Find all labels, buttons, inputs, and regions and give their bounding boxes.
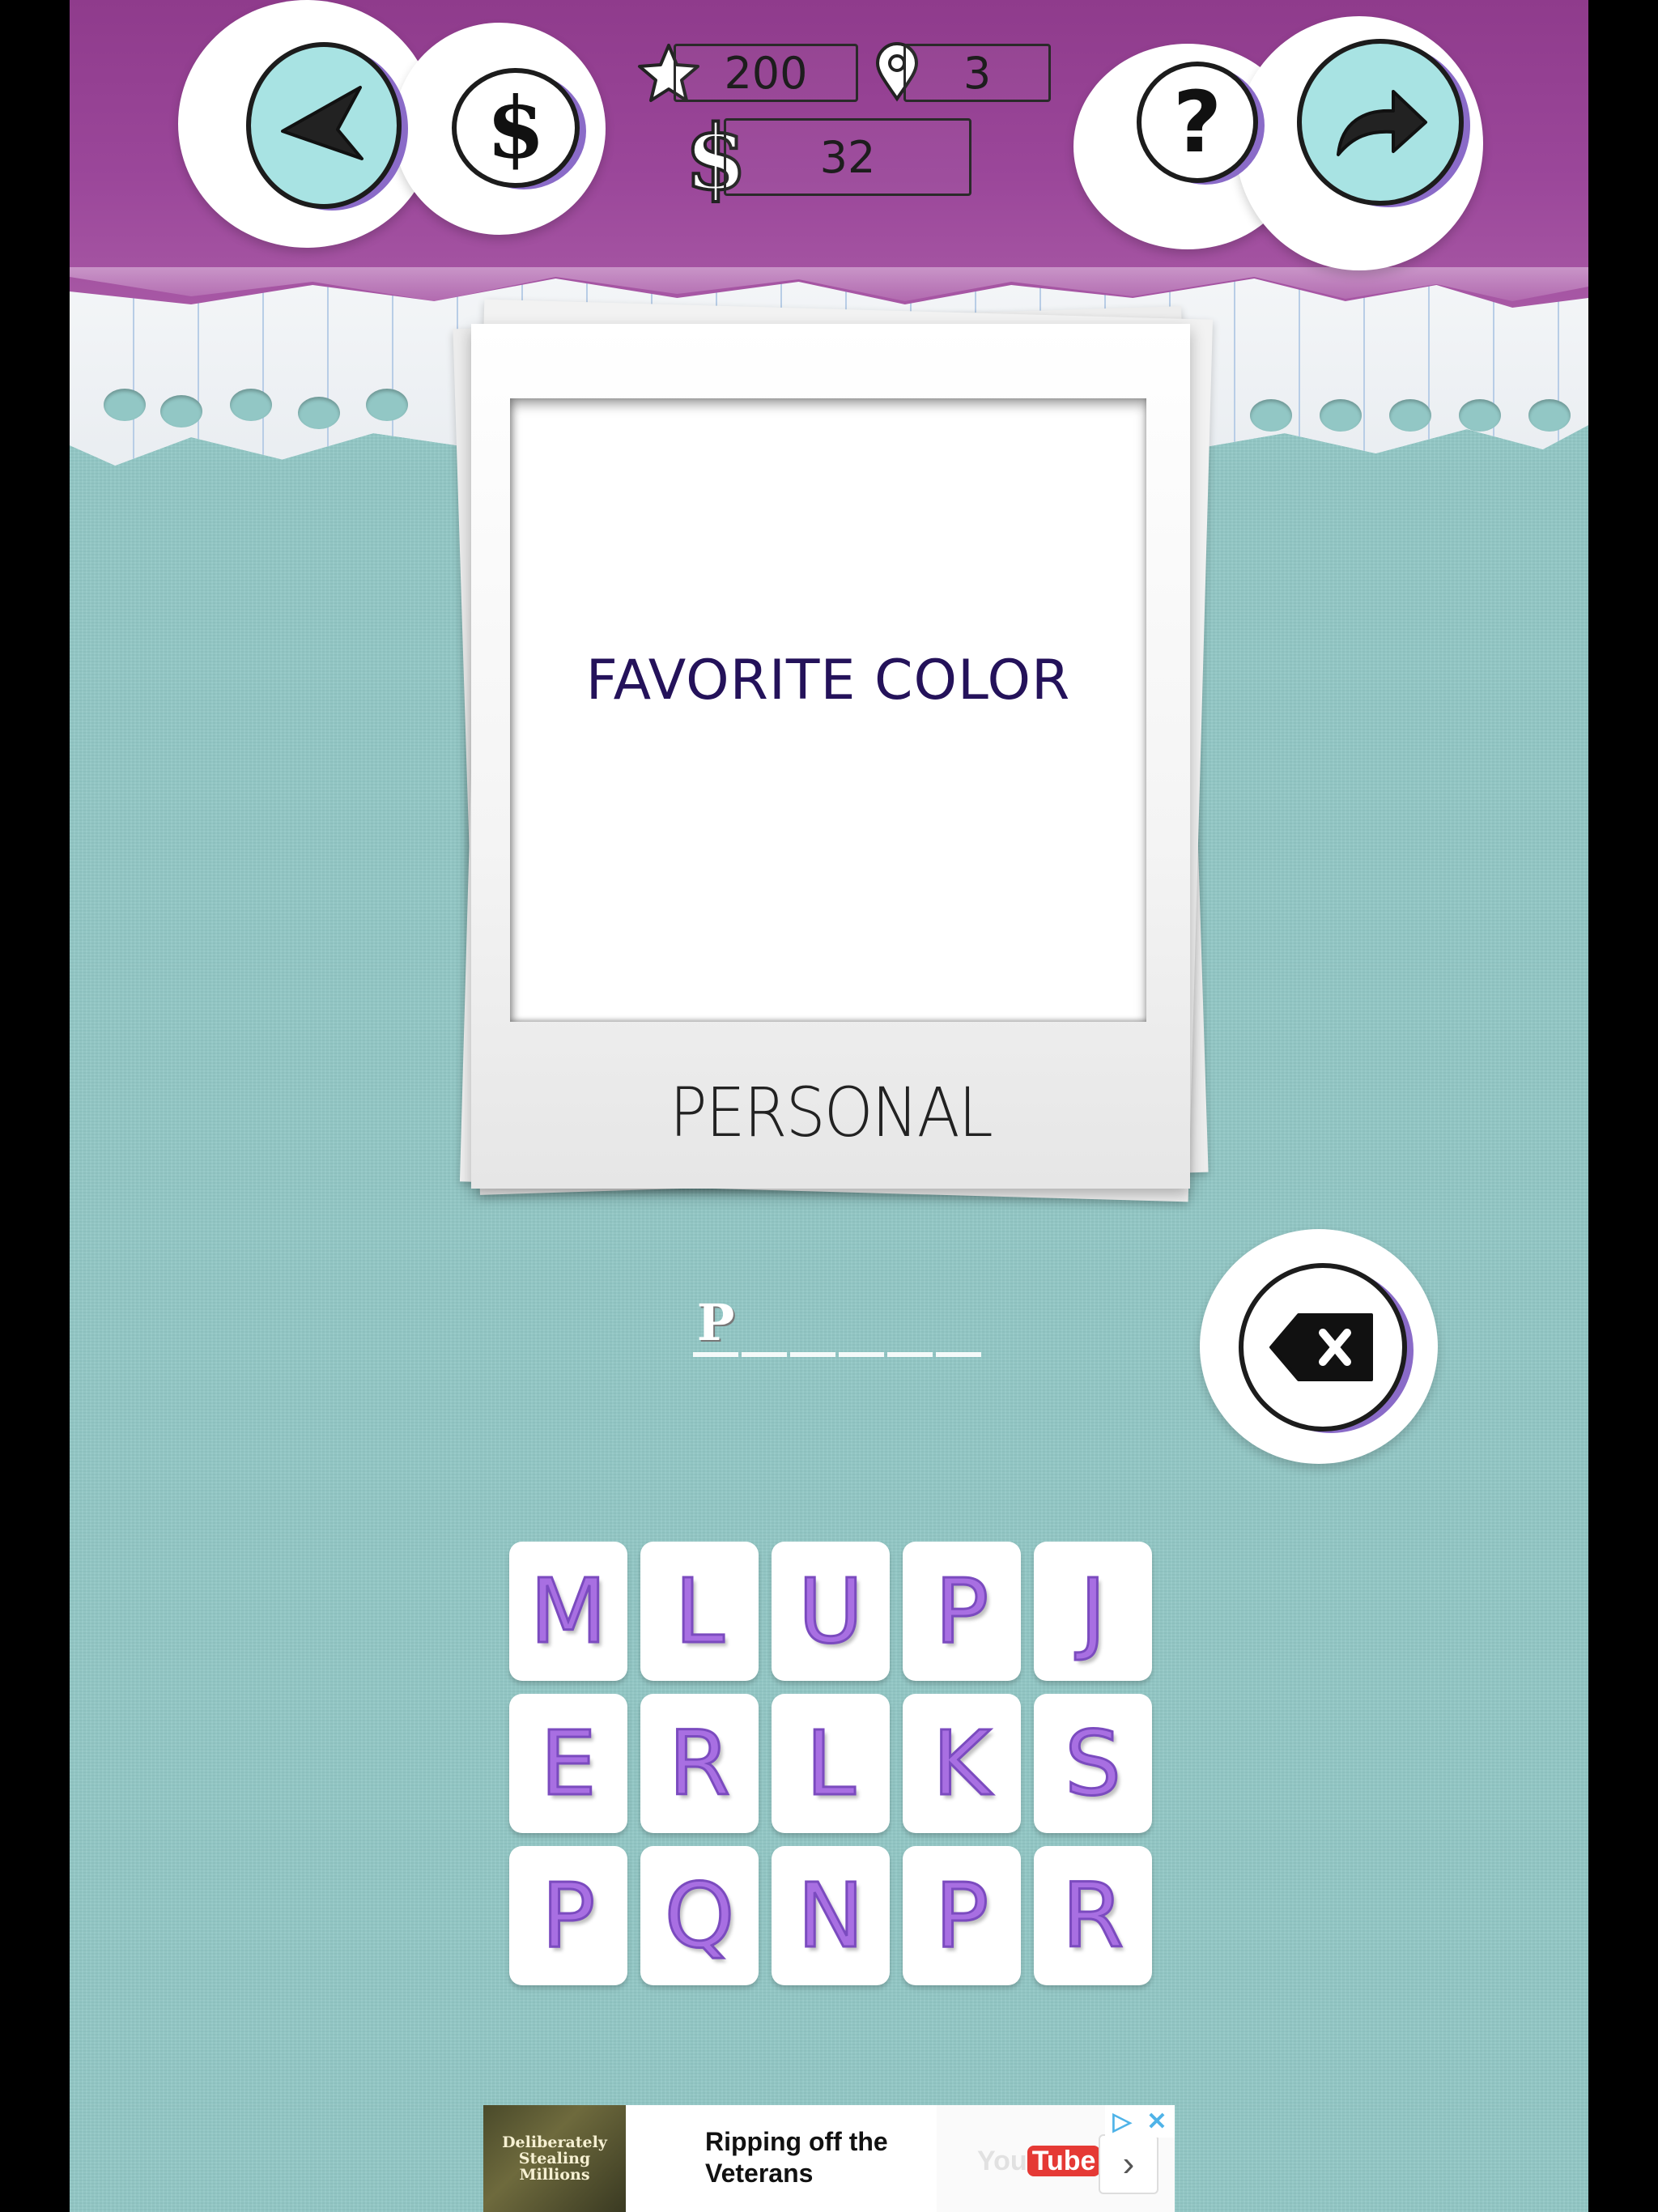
clue-card: FAVORITE COLOR PERSONAL [471, 324, 1190, 1189]
answer-slot[interactable]: P [693, 1279, 738, 1357]
letter-tile[interactable]: R [640, 1694, 759, 1833]
level-counter: 3 [903, 44, 1051, 102]
ad-image-text: Deliberately [502, 2133, 607, 2151]
ad-right-panel: You Tube › ▷ ✕ [937, 2105, 1175, 2212]
answer-row: P [693, 1279, 1065, 1360]
youtube-logo: You Tube [977, 2146, 1101, 2177]
paper-hole [1250, 399, 1292, 432]
share-button[interactable] [1297, 39, 1464, 206]
ad-open-arrow-icon[interactable]: › [1099, 2134, 1158, 2194]
backspace-icon [1269, 1313, 1373, 1381]
letter-tile[interactable]: P [509, 1846, 627, 1985]
ad-image-text: Stealing [518, 2150, 591, 2167]
coins-value: 32 [819, 131, 876, 183]
paper-hole [1528, 399, 1571, 432]
question-icon: ? [1172, 73, 1222, 172]
dollar-icon: $ [486, 78, 546, 177]
paper-hole [1320, 399, 1362, 432]
letter-tile[interactable]: P [903, 1542, 1021, 1681]
answer-slot[interactable] [887, 1279, 933, 1357]
paper-hole [1389, 399, 1431, 432]
letter-tile[interactable]: P [903, 1846, 1021, 1985]
letter-tile[interactable]: J [1034, 1542, 1152, 1681]
stars-value: 200 [724, 47, 808, 99]
paper-hole [298, 397, 340, 429]
clue-text: FAVORITE COLOR [585, 648, 1071, 713]
coins-counter: 32 [724, 118, 971, 196]
letter-tile[interactable]: R [1034, 1846, 1152, 1985]
paper-hole [104, 389, 146, 421]
answer-slot[interactable] [936, 1279, 981, 1357]
letter-tile[interactable]: M [509, 1542, 627, 1681]
letter-tile[interactable]: Q [640, 1846, 759, 1985]
share-arrow-icon [1337, 90, 1427, 156]
stars-counter: 200 [674, 44, 858, 102]
game-screen: $ 200 3 $ 32 ? FAVORITE COLOR PERSONAL P [70, 0, 1588, 2212]
ad-choices: ▷ ✕ [1105, 2105, 1175, 2138]
category-label: PERSONAL [669, 1073, 993, 1152]
back-arrow-icon [281, 86, 363, 160]
ad-headline[interactable]: Ripping off the Veterans [705, 2126, 916, 2189]
shop-button[interactable]: $ [452, 68, 580, 188]
level-value: 3 [963, 47, 992, 99]
answer-slot[interactable] [839, 1279, 884, 1357]
youtube-tube: Tube [1027, 2146, 1101, 2176]
delete-button[interactable] [1239, 1263, 1407, 1431]
letter-tile[interactable]: N [772, 1846, 890, 1985]
letter-tile[interactable]: K [903, 1694, 1021, 1833]
letter-tile[interactable]: E [509, 1694, 627, 1833]
adchoices-icon[interactable]: ▷ [1112, 2108, 1131, 2136]
answer-slot[interactable] [742, 1279, 787, 1357]
letter-tile[interactable]: L [772, 1694, 890, 1833]
letter-tile[interactable]: U [772, 1542, 890, 1681]
help-button[interactable]: ? [1137, 62, 1258, 183]
paper-hole [160, 395, 202, 428]
clue-photo: FAVORITE COLOR [510, 398, 1146, 1022]
paper-hole [366, 389, 408, 421]
answer-slot[interactable] [790, 1279, 835, 1357]
letter-tile[interactable]: L [640, 1542, 759, 1681]
youtube-you: You [977, 2146, 1027, 2176]
letter-tile[interactable]: S [1034, 1694, 1152, 1833]
paper-hole [1459, 399, 1501, 432]
paper-hole [230, 389, 272, 421]
ad-close-icon[interactable]: ✕ [1146, 2108, 1167, 2136]
ad-image-text: Millions [519, 2166, 590, 2184]
back-button[interactable] [246, 42, 402, 209]
ad-image: Deliberately Stealing Millions [483, 2105, 626, 2212]
ad-banner[interactable]: Deliberately Stealing Millions Ripping o… [483, 2105, 1175, 2212]
